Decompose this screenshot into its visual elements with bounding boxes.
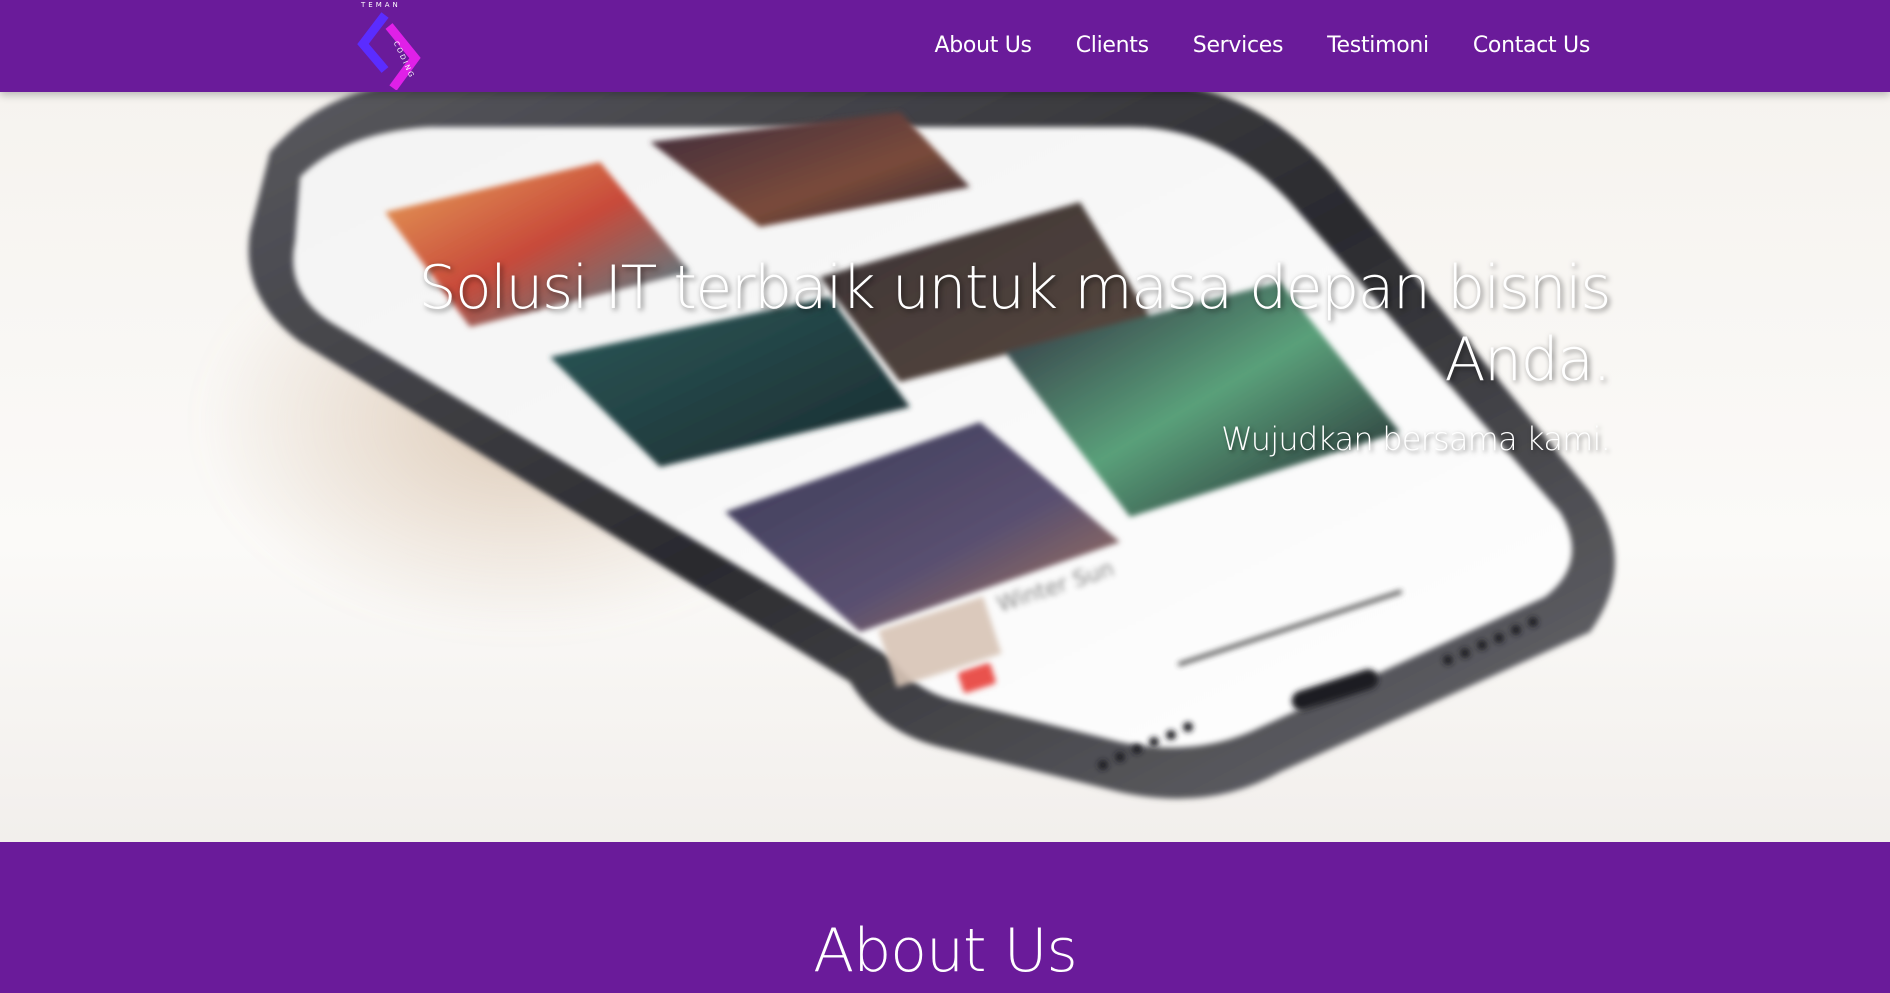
about-title: About Us	[813, 916, 1078, 986]
nav-link-contact-us[interactable]: Contact Us	[1473, 33, 1590, 58]
nav-link-about-us[interactable]: About Us	[935, 33, 1033, 58]
hero-title: Solusi IT terbaik untuk masa depan bisni…	[418, 253, 1611, 395]
hero-subtitle: Wujudkan bersama kami.	[1221, 420, 1611, 458]
nav-link-clients[interactable]: Clients	[1076, 33, 1149, 58]
about-section: About Us	[0, 842, 1890, 993]
hero-section: Winter Sun Solusi IT terbaik untuk masa …	[0, 92, 1890, 842]
top-navbar: TEMAN CODING About Us Clients Services T…	[0, 0, 1890, 92]
main-nav: About Us Clients Services Testimoni Cont…	[935, 0, 1591, 90]
nav-link-testimoni[interactable]: Testimoni	[1327, 33, 1429, 58]
nav-link-services[interactable]: Services	[1193, 33, 1284, 58]
logo-text-top: TEMAN	[361, 1, 401, 9]
brand-logo[interactable]: TEMAN CODING	[355, 0, 445, 90]
hero-phone-image: Winter Sun	[200, 92, 1615, 799]
